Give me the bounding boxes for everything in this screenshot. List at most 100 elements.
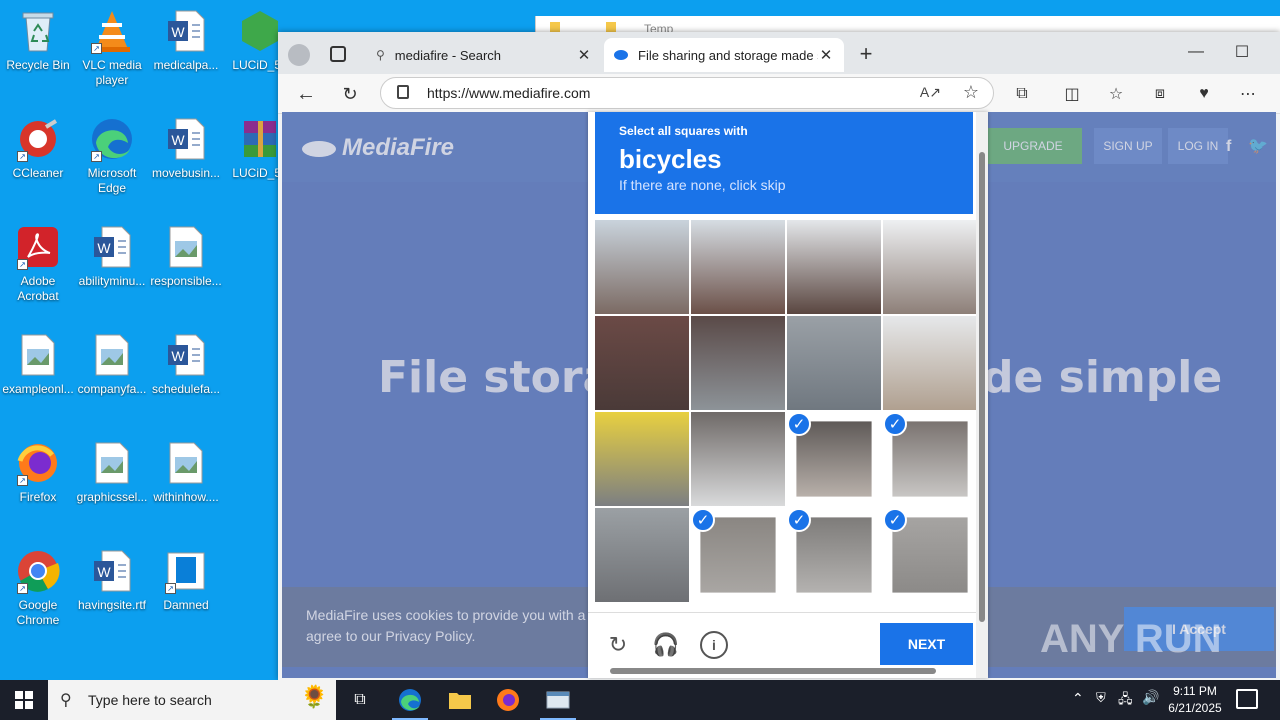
- horizontal-scrollbar[interactable]: [598, 666, 974, 676]
- read-aloud-icon[interactable]: A↗: [920, 84, 941, 101]
- captcha-tile[interactable]: [883, 220, 977, 314]
- info-icon[interactable]: i: [700, 631, 728, 659]
- desktop-icon-firefox[interactable]: ↗ Firefox: [0, 440, 76, 505]
- task-view-icon[interactable]: ⧉: [336, 680, 384, 720]
- shortcut-arrow-icon: ↗: [17, 583, 28, 594]
- desktop-icon-image-file[interactable]: graphicssel...: [74, 440, 150, 505]
- desktop-icon-word-doc[interactable]: W havingsite.rtf: [74, 548, 150, 613]
- captcha-tile[interactable]: ✓: [787, 412, 881, 506]
- scrollbar-thumb[interactable]: [610, 668, 936, 674]
- settings-more-icon[interactable]: ⋯: [1234, 80, 1262, 108]
- audio-challenge-icon[interactable]: 🎧: [652, 631, 680, 659]
- image-file-icon: [89, 332, 135, 378]
- desktop-icon-vlc[interactable]: ↗ VLC media player: [74, 8, 150, 88]
- vertical-scrollbar[interactable]: [976, 112, 988, 678]
- captcha-hint: If there are none, click skip: [619, 177, 786, 193]
- captcha-tile[interactable]: [691, 412, 785, 506]
- tab-mediafire[interactable]: File sharing and storage made sim ✕: [604, 38, 844, 72]
- captcha-tile[interactable]: ✓: [883, 508, 977, 602]
- captcha-tile[interactable]: [595, 316, 689, 410]
- captcha-tile[interactable]: [787, 220, 881, 314]
- volume-icon[interactable]: 🔊: [1142, 689, 1159, 706]
- image-file-icon: [163, 440, 209, 486]
- browser-essentials-icon[interactable]: ♥: [1190, 80, 1218, 108]
- address-bar[interactable]: https://www.mediafire.com A↗ ☆: [380, 77, 994, 109]
- network-icon[interactable]: 🖧: [1118, 690, 1133, 712]
- profile-avatar-icon[interactable]: [288, 44, 310, 66]
- desktop-icon-label: Recycle Bin: [6, 58, 70, 72]
- desktop-icon-label: CCleaner: [12, 166, 64, 180]
- desktop-icon-label: Google Chrome: [16, 598, 60, 627]
- maximize-button[interactable]: ☐: [1228, 38, 1256, 66]
- checkmark-icon: ✓: [883, 412, 907, 436]
- security-icon[interactable]: ⛨: [1096, 690, 1106, 706]
- tab-mediafire-search[interactable]: ⚲ mediafire - Search ✕: [366, 38, 602, 72]
- captcha-tile[interactable]: [595, 220, 689, 314]
- taskbar-file-explorer[interactable]: [436, 680, 484, 720]
- taskbar-edge[interactable]: [386, 680, 434, 720]
- svg-text:W: W: [171, 132, 185, 148]
- captcha-tile[interactable]: [883, 316, 977, 410]
- captcha-tile[interactable]: [691, 316, 785, 410]
- folder-icon: [606, 22, 616, 32]
- captcha-tile-image: [787, 220, 881, 314]
- notifications-icon[interactable]: [1236, 689, 1258, 709]
- desktop-icon-adobe-acrobat[interactable]: ↗ Adobe Acrobat: [0, 224, 76, 304]
- extensions-icon[interactable]: ⧉: [1008, 80, 1036, 108]
- collections-icon[interactable]: ⧈: [1146, 80, 1174, 108]
- desktop-icon-word-doc[interactable]: W schedulefa...: [148, 332, 224, 397]
- captcha-tile[interactable]: [595, 508, 689, 602]
- tab-actions-icon[interactable]: [330, 46, 346, 62]
- desktop-icon-image-file[interactable]: withinhow....: [148, 440, 224, 505]
- desktop-icon-damned[interactable]: ↗ Damned: [148, 548, 224, 613]
- captcha-tile-image: [796, 517, 872, 593]
- captcha-tile[interactable]: ✓: [691, 508, 785, 602]
- taskbar-firefox[interactable]: [484, 680, 532, 720]
- minimize-button[interactable]: —: [1182, 38, 1210, 66]
- next-button[interactable]: NEXT: [880, 623, 973, 665]
- system-clock[interactable]: 9:11 PM 6/21/2025: [1166, 683, 1224, 717]
- desktop-icon-image-file[interactable]: responsible...: [148, 224, 224, 289]
- desktop-icon-image-file[interactable]: companyfa...: [74, 332, 150, 397]
- close-tab-icon[interactable]: ✕: [818, 46, 834, 64]
- desktop-icon-word-doc[interactable]: W medicalpa...: [148, 8, 224, 73]
- desktop-icon-label: graphicssel...: [76, 490, 148, 504]
- start-button[interactable]: [0, 680, 48, 720]
- captcha-tile[interactable]: ✓: [787, 508, 881, 602]
- favorites-icon[interactable]: ☆: [1102, 80, 1130, 108]
- desktop-icon-google-chrome[interactable]: ↗ Google Chrome: [0, 548, 76, 628]
- refresh-button[interactable]: ↻: [336, 80, 364, 108]
- split-screen-icon[interactable]: ◫: [1058, 80, 1086, 108]
- captcha-tile[interactable]: [691, 220, 785, 314]
- ccleaner-icon: ↗: [15, 116, 61, 162]
- shortcut-arrow-icon: ↗: [165, 583, 176, 594]
- checkmark-icon: ✓: [787, 412, 811, 436]
- captcha-tile[interactable]: [595, 412, 689, 506]
- scrollbar-thumb[interactable]: [979, 152, 985, 622]
- shortcut-arrow-icon: ↗: [91, 43, 102, 54]
- favorite-star-icon[interactable]: ☆: [963, 82, 979, 103]
- captcha-tile-image: [796, 421, 872, 497]
- captcha-tile[interactable]: [787, 316, 881, 410]
- desktop-icon-ccleaner[interactable]: ↗ CCleaner: [0, 116, 76, 181]
- show-hidden-icons-icon[interactable]: ⌃: [1072, 690, 1084, 707]
- captcha-tile[interactable]: ✓: [883, 412, 977, 506]
- taskbar-app-window[interactable]: [534, 680, 582, 720]
- captcha-tile-image: [883, 316, 977, 410]
- desktop-icon-recycle-bin[interactable]: Recycle Bin: [0, 8, 76, 73]
- desktop-icon-label: companyfa...: [77, 382, 147, 396]
- desktop-icon-label: Microsoft Edge: [87, 166, 137, 195]
- desktop-icon-word-doc[interactable]: W abilityminu...: [74, 224, 150, 289]
- new-tab-button[interactable]: +: [852, 40, 880, 68]
- close-tab-icon[interactable]: ✕: [576, 46, 592, 64]
- desktop-icon-word-doc[interactable]: W movebusin...: [148, 116, 224, 181]
- desktop-icon-image-file[interactable]: exampleonl...: [0, 332, 76, 397]
- browser-toolbar: ← ↻ https://www.mediafire.com A↗ ☆ ⧉ ◫ ☆…: [278, 74, 1280, 114]
- refresh-challenge-icon[interactable]: ↻: [604, 631, 632, 659]
- desktop-icon-microsoft-edge[interactable]: ↗ Microsoft Edge: [74, 116, 150, 196]
- address-text: https://www.mediafire.com: [427, 85, 591, 101]
- image-file-icon: [163, 224, 209, 270]
- taskbar-search-box[interactable]: ⚲ Type here to search 🌻: [48, 680, 336, 720]
- back-button[interactable]: ←: [292, 80, 320, 108]
- firefox-icon: ↗: [15, 440, 61, 486]
